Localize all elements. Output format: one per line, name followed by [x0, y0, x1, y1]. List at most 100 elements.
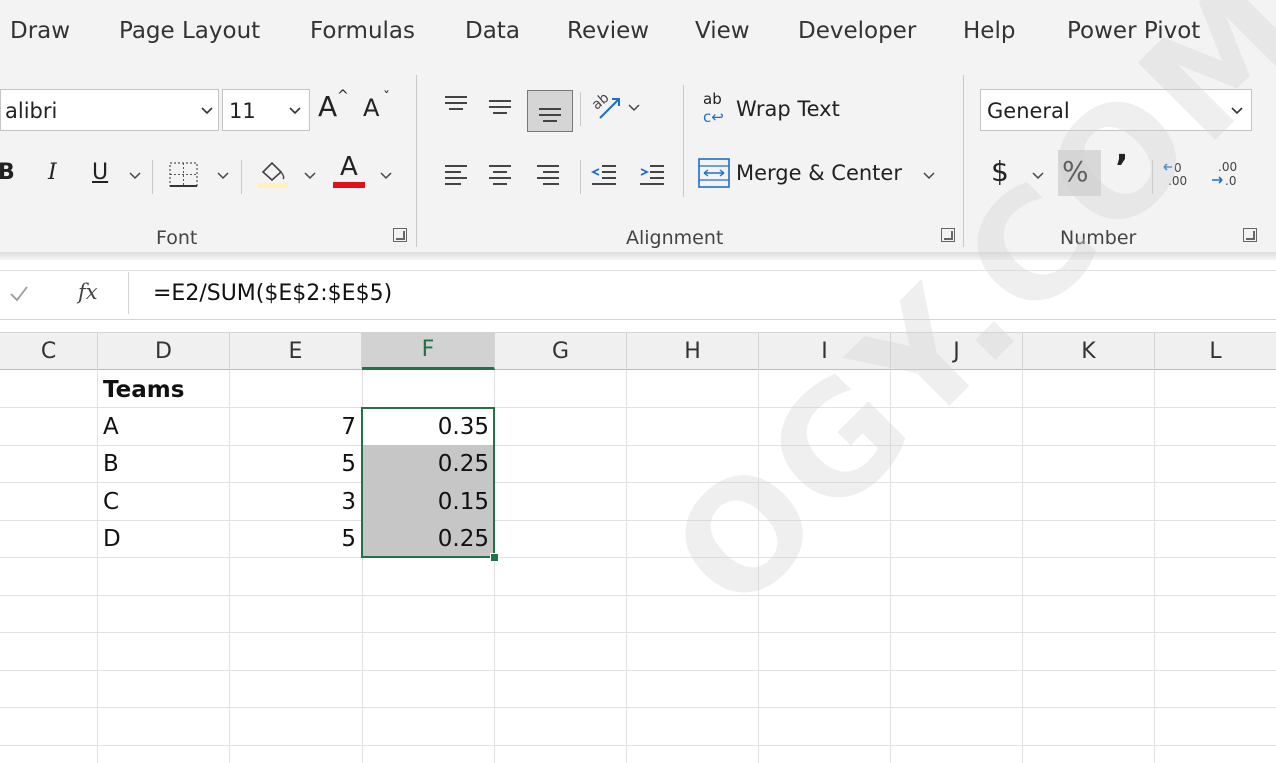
merge-center-icon[interactable] — [697, 157, 731, 189]
percent-button[interactable]: % — [1062, 155, 1089, 188]
wrap-arrow-icon: c↩ — [703, 108, 724, 126]
cell-team[interactable]: B — [103, 446, 119, 483]
align-middle-icon[interactable] — [487, 97, 513, 119]
align-center-icon[interactable] — [487, 163, 513, 185]
orientation-icon[interactable]: ab — [590, 90, 624, 122]
column-header-k[interactable]: K — [1023, 332, 1155, 370]
align-right-icon[interactable] — [535, 163, 561, 185]
cell-count[interactable]: 5 — [230, 446, 356, 483]
borders-icon[interactable] — [168, 161, 200, 189]
tab-formulas[interactable]: Formulas — [310, 18, 415, 44]
number-dialog-launcher-icon[interactable] — [1243, 228, 1257, 242]
column-line — [1154, 370, 1155, 763]
grow-font-button[interactable]: A — [318, 90, 337, 123]
column-header-i[interactable]: I — [759, 332, 891, 370]
svg-text:.00: .00 — [1218, 160, 1237, 174]
chevron-down-icon — [289, 107, 301, 115]
font-group-label: Font — [156, 227, 198, 249]
row-line — [0, 520, 1276, 521]
row-line — [0, 557, 1276, 558]
column-header-f[interactable]: F — [362, 332, 495, 370]
separator — [241, 160, 242, 194]
comma-style-button[interactable]: ’ — [1115, 148, 1129, 189]
tab-power-pivot[interactable]: Power Pivot — [1067, 18, 1200, 44]
separator — [416, 75, 417, 247]
chevron-down-icon — [380, 172, 392, 180]
column-header-e[interactable]: E — [230, 332, 362, 370]
bold-button[interactable]: B — [0, 160, 15, 185]
column-header-h[interactable]: H — [627, 332, 759, 370]
shrink-font-button[interactable]: A — [363, 94, 379, 122]
fill-color-icon[interactable] — [257, 158, 289, 190]
svg-text:0: 0 — [1174, 161, 1182, 175]
chevron-down-icon — [628, 104, 640, 112]
ribbon-tab-bar: Draw Page Layout Formulas Data Review Vi… — [0, 0, 1276, 70]
wrap-text-button[interactable]: Wrap Text — [736, 97, 840, 121]
number-format-select[interactable]: General — [980, 89, 1252, 131]
tab-page-layout[interactable]: Page Layout — [119, 18, 260, 44]
row-line — [0, 482, 1276, 483]
column-header-d[interactable]: D — [98, 332, 230, 370]
decrease-decimal-icon[interactable]: .00 .0 — [1210, 158, 1244, 190]
merge-center-button[interactable]: Merge & Center — [736, 161, 902, 185]
currency-button[interactable]: $ — [991, 155, 1009, 188]
underline-button[interactable]: U — [92, 160, 108, 185]
svg-text:.0: .0 — [1225, 174, 1236, 188]
separator — [963, 75, 964, 247]
chevron-down-icon — [304, 172, 316, 180]
column-header-l[interactable]: L — [1155, 332, 1276, 370]
separator — [1152, 160, 1153, 194]
row-line — [0, 745, 1276, 746]
chevron-down-icon — [129, 172, 141, 180]
align-left-icon[interactable] — [443, 163, 469, 185]
svg-text:.00: .00 — [1168, 174, 1187, 188]
alignment-dialog-launcher-icon[interactable] — [941, 228, 955, 242]
increase-decimal-icon[interactable]: 0 .00 — [1162, 158, 1196, 190]
chevron-down-icon — [201, 107, 213, 115]
tab-review[interactable]: Review — [567, 18, 649, 44]
column-header-c[interactable]: C — [0, 332, 98, 370]
align-top-icon[interactable] — [443, 93, 469, 115]
column-header-j[interactable]: J — [891, 332, 1023, 370]
column-header-g[interactable]: G — [495, 332, 627, 370]
cell-team[interactable]: C — [103, 484, 119, 521]
align-bottom-button[interactable] — [527, 90, 573, 132]
check-icon[interactable] — [8, 284, 30, 304]
separator — [580, 160, 581, 194]
cell-count[interactable]: 7 — [230, 409, 356, 446]
row-line — [0, 707, 1276, 708]
column-line — [890, 370, 891, 763]
cell-d1-header[interactable]: Teams — [103, 372, 184, 409]
cell-count[interactable]: 5 — [230, 521, 356, 558]
column-line — [626, 370, 627, 763]
grow-caret-icon: ^ — [337, 88, 349, 104]
tab-help[interactable]: Help — [963, 18, 1015, 44]
formula-input[interactable]: =E2/SUM($E$2:$E$5) — [153, 281, 392, 306]
chevron-down-icon — [923, 172, 935, 180]
font-size-select[interactable]: 11 — [222, 89, 310, 131]
chevron-down-icon — [1231, 107, 1243, 115]
fill-handle[interactable] — [490, 553, 499, 562]
italic-button[interactable]: I — [48, 160, 57, 185]
font-dialog-launcher-icon[interactable] — [393, 228, 407, 242]
tab-draw[interactable]: Draw — [10, 18, 70, 44]
font-size-value: 11 — [229, 99, 256, 123]
cell-team[interactable]: D — [103, 521, 121, 558]
cell-count[interactable]: 3 — [230, 484, 356, 521]
decrease-indent-icon[interactable] — [590, 163, 618, 185]
insert-function-button[interactable]: fx — [78, 280, 98, 304]
row-line — [0, 445, 1276, 446]
separator — [152, 160, 153, 194]
cell-team[interactable]: A — [103, 409, 119, 446]
font-color-button[interactable]: A — [340, 152, 358, 182]
wrap-text-icon: ab — [703, 90, 722, 108]
tab-developer[interactable]: Developer — [798, 18, 916, 44]
tab-view[interactable]: View — [695, 18, 750, 44]
separator — [683, 85, 684, 197]
tab-data[interactable]: Data — [465, 18, 520, 44]
increase-indent-icon[interactable] — [638, 163, 666, 185]
row-line — [0, 632, 1276, 633]
selection-border — [361, 407, 495, 558]
ribbon-shadow — [0, 252, 1276, 260]
font-name-select[interactable]: alibri — [0, 89, 219, 131]
